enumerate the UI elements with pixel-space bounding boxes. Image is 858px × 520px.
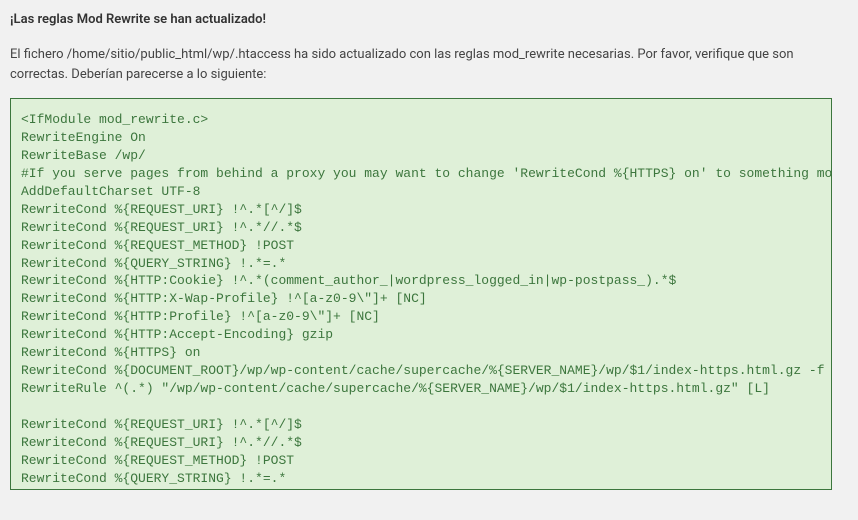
- htaccess-code: <IfModule mod_rewrite.c> RewriteEngine O…: [21, 111, 821, 488]
- description-text: El fichero /home/sitio/public_html/wp/.h…: [10, 45, 850, 84]
- code-box[interactable]: <IfModule mod_rewrite.c> RewriteEngine O…: [10, 98, 832, 490]
- page-title: ¡Las reglas Mod Rewrite se han actualiza…: [10, 12, 850, 27]
